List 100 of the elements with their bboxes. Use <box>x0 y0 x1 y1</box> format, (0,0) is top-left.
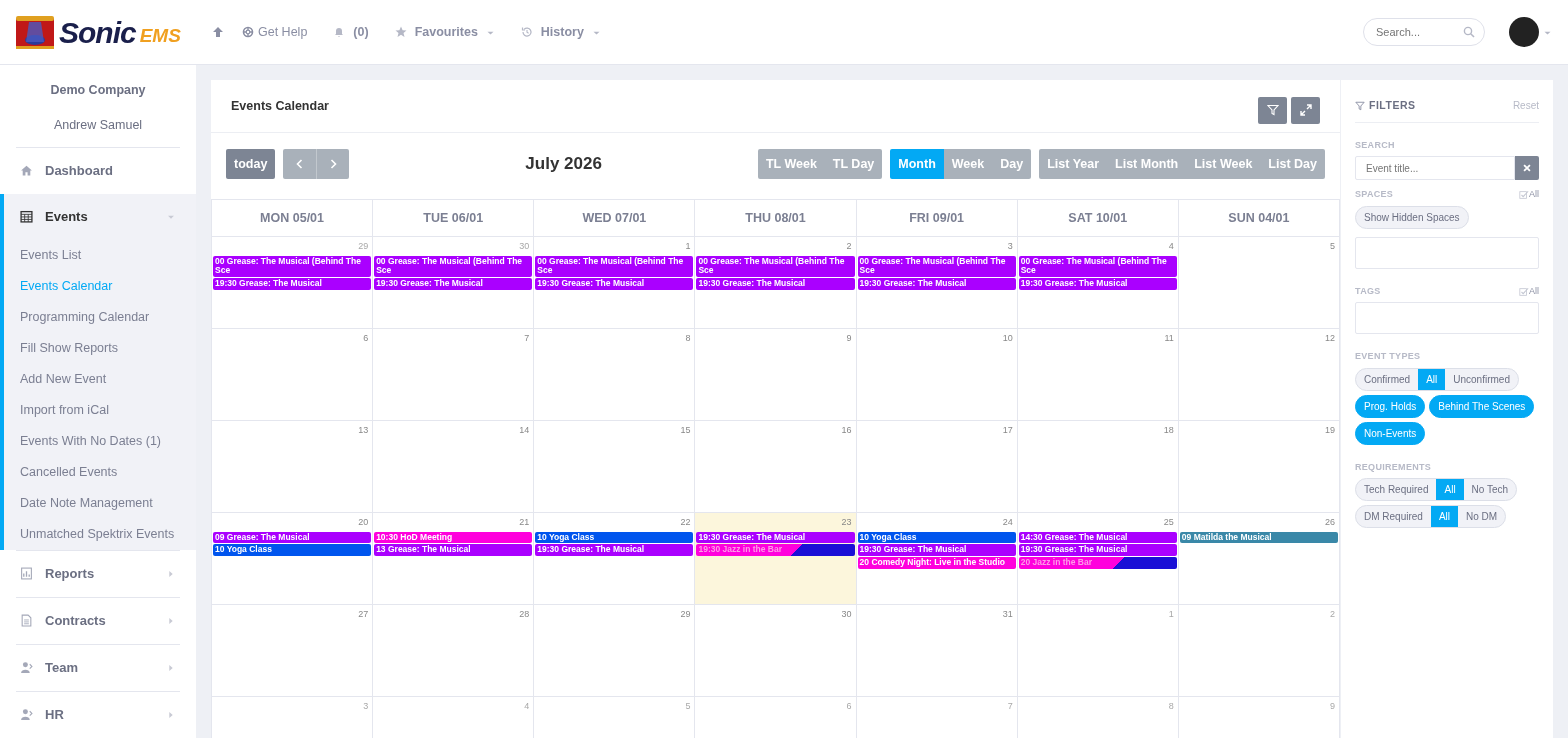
day-cell[interactable]: 15 <box>533 420 695 513</box>
calendar-event[interactable]: 10 Yoga Class <box>535 531 694 544</box>
day-cell[interactable]: 20 09 Grease: The Musical 10 Yoga Class <box>211 512 373 605</box>
segment-option[interactable]: No DM <box>1458 506 1506 528</box>
day-cell[interactable]: 22 10 Yoga Class 19:30 Grease: The Musical <box>533 512 695 605</box>
calendar-event[interactable]: 09 Matilda the Musical <box>1179 531 1338 544</box>
sidebar-item[interactable]: Events List <box>4 239 196 271</box>
view-button[interactable]: List Month <box>1107 149 1187 179</box>
day-cell[interactable]: 9 <box>694 328 857 421</box>
day-cell[interactable]: 11 <box>1017 328 1179 421</box>
calendar-event[interactable]: 00 Grease: The Musical (Behind The Sce <box>1018 255 1177 278</box>
day-cell[interactable]: 6 <box>211 328 373 421</box>
day-cell[interactable]: 3 <box>211 696 373 738</box>
view-button[interactable]: List Day <box>1260 149 1325 179</box>
calendar-event[interactable]: 00 Grease: The Musical (Behind The Sce <box>213 255 372 278</box>
day-cell[interactable]: 24 10 Yoga Class 19:30 Grease: The Musical 20 Comedy Night: Live in the Studio <box>856 512 1018 605</box>
calendar-event[interactable]: 10 Yoga Class <box>857 531 1016 544</box>
segment-option[interactable]: Tech Required <box>1356 479 1437 501</box>
calendar-event[interactable]: 13 Grease: The Musical <box>374 544 533 557</box>
sidebar-item[interactable]: Fill Show Reports <box>4 332 196 364</box>
calendar-event[interactable]: 19:30 Grease: The Musical <box>535 278 694 290</box>
event-type-toggle[interactable]: Behind The Scenes <box>1429 394 1535 418</box>
sidebar-item[interactable]: Events With No Dates (1) <box>4 425 196 457</box>
day-cell[interactable]: 28 <box>372 604 534 697</box>
day-cell[interactable]: 1 <box>1017 604 1179 697</box>
sidebar-section[interactable]: Contracts <box>0 597 196 644</box>
calendar-event[interactable]: 09 Grease: The Musical <box>213 531 372 544</box>
view-button[interactable]: Day <box>992 149 1032 179</box>
select-all-link[interactable]: All <box>1519 188 1539 202</box>
day-cell[interactable]: 2 <box>1178 604 1340 697</box>
day-cell[interactable]: 26 09 Matilda the Musical <box>1178 512 1340 605</box>
segment-option[interactable]: All <box>1418 368 1446 390</box>
search-field[interactable]: Search... <box>1363 18 1485 46</box>
calendar-event[interactable]: 19:30 Grease: The Musical <box>213 278 372 290</box>
view-button[interactable]: TL Week <box>757 149 825 179</box>
sidebar-section[interactable]: Dashboard <box>0 147 196 194</box>
sidebar-section[interactable]: Events <box>0 193 196 240</box>
segment-option[interactable]: All <box>1436 479 1464 501</box>
day-cell[interactable]: 18 <box>1017 420 1179 513</box>
calendar-event[interactable]: 19:30 Grease: The Musical <box>1018 544 1177 557</box>
view-button[interactable]: List Year <box>1039 149 1108 179</box>
day-cell[interactable]: 7 <box>372 328 534 421</box>
day-cell[interactable]: 27 <box>211 604 373 697</box>
sidebar-item[interactable]: Date Note Management <box>4 487 196 519</box>
sidebar-item[interactable]: Programming Calendar <box>4 301 196 333</box>
calendar-event[interactable]: 00 Grease: The Musical (Behind The Sce <box>535 255 694 278</box>
notifications-link[interactable]: (0) <box>333 22 369 42</box>
day-cell[interactable]: 14 <box>372 420 534 513</box>
calendar-event[interactable]: 10 Yoga Class <box>213 544 372 557</box>
avatar[interactable] <box>1509 17 1539 47</box>
day-cell[interactable]: 2 00 Grease: The Musical (Behind The Sce 19:30 Grease: The Musical <box>694 236 857 329</box>
event-type-toggle[interactable]: Prog. Holds <box>1355 394 1426 418</box>
calendar-event[interactable]: 19:30 Grease: The Musical <box>857 544 1016 557</box>
day-cell[interactable]: 16 <box>694 420 857 513</box>
view-button[interactable]: Week <box>943 149 993 179</box>
day-cell[interactable]: 8 <box>533 328 695 421</box>
day-cell[interactable]: 12 <box>1178 328 1340 421</box>
sidebar-section[interactable]: HR <box>0 691 196 738</box>
segment-option[interactable]: No Tech <box>1463 479 1517 501</box>
calendar-event[interactable]: 19:30 Grease: The Musical <box>1018 278 1177 290</box>
day-cell[interactable]: 23 19:30 Grease: The Musical 19:30 Jazz in the Bar <box>694 512 857 605</box>
calendar-event[interactable]: 19:30 Grease: The Musical <box>696 531 855 544</box>
day-cell[interactable]: 29 00 Grease: The Musical (Behind The Sce 19:30 Grease: The Musical <box>211 236 373 329</box>
calendar-event[interactable]: 20 Comedy Night: Live in the Studio <box>857 557 1016 569</box>
sidebar-item[interactable]: Import from iCal <box>4 394 196 426</box>
calendar-event[interactable]: 19:30 Grease: The Musical <box>374 278 533 290</box>
event-search-field[interactable]: Event title... <box>1355 156 1515 181</box>
help-link[interactable]: Get Help <box>242 22 308 42</box>
reset-link[interactable]: Reset <box>1512 98 1539 114</box>
next-button[interactable] <box>316 149 350 179</box>
calendar-event[interactable]: 14:30 Grease: The Musical <box>1018 531 1177 544</box>
calendar-event[interactable]: 19:30 Grease: The Musical <box>857 278 1016 290</box>
calendar-event[interactable]: 00 Grease: The Musical (Behind The Sce <box>696 255 855 278</box>
show-hidden-spaces-button[interactable]: Show Hidden Spaces <box>1355 205 1469 229</box>
filter-button[interactable] <box>1258 96 1287 124</box>
segment-option[interactable]: Confirmed <box>1356 368 1419 390</box>
today-button[interactable]: today <box>226 149 276 179</box>
segment-option[interactable]: Unconfirmed <box>1445 368 1518 390</box>
sidebar-section[interactable]: Team <box>0 644 196 691</box>
sidebar-item[interactable]: Add New Event <box>4 363 196 395</box>
day-cell[interactable]: 30 <box>694 604 857 697</box>
calendar-event[interactable]: 19:30 Grease: The Musical <box>696 278 855 290</box>
calendar-event[interactable]: 19:30 Grease: The Musical <box>535 544 694 557</box>
calendar-event[interactable]: 00 Grease: The Musical (Behind The Sce <box>374 255 533 278</box>
calendar-event[interactable]: 10:30 HoD Meeting <box>374 531 533 544</box>
sidebar-item[interactable]: Cancelled Events <box>4 456 196 488</box>
history-menu[interactable]: History <box>520 22 601 42</box>
day-cell[interactable]: 31 <box>856 604 1018 697</box>
view-button[interactable]: TL Day <box>824 149 883 179</box>
day-cell[interactable]: 29 <box>533 604 695 697</box>
sidebar-item[interactable]: Events Calendar <box>4 270 196 302</box>
scroll-top-button[interactable] <box>212 26 224 38</box>
calendar-event[interactable]: 00 Grease: The Musical (Behind The Sce <box>857 255 1016 278</box>
segment-option[interactable]: All <box>1430 506 1459 528</box>
day-cell[interactable]: 30 00 Grease: The Musical (Behind The Sce 19:30 Grease: The Musical <box>372 236 534 329</box>
day-cell[interactable]: 21 10:30 HoD Meeting 13 Grease: The Musical <box>372 512 534 605</box>
day-cell[interactable]: 5 <box>1178 236 1340 329</box>
fullscreen-button[interactable] <box>1291 96 1320 124</box>
day-cell[interactable]: 19 <box>1178 420 1340 513</box>
favourites-menu[interactable]: Favourites <box>394 22 495 42</box>
